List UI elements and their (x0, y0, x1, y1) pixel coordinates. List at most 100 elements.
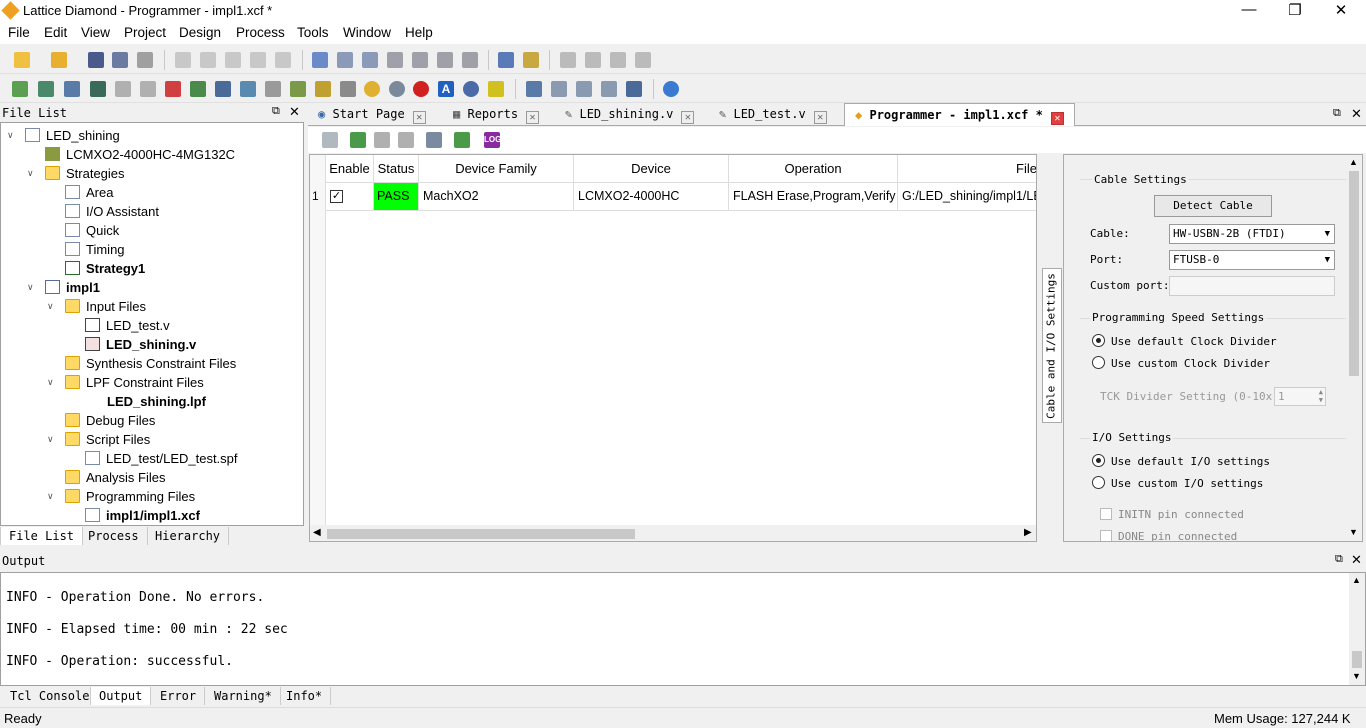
float-editor-icon[interactable]: ⧉ (1333, 107, 1341, 120)
close-panel-icon[interactable]: ✕ (1351, 552, 1362, 568)
scan-icon[interactable] (322, 132, 338, 148)
epic-icon[interactable] (340, 81, 356, 97)
zoom-fit-icon[interactable] (437, 52, 453, 68)
device-family-cell[interactable]: MachXO2 (419, 183, 574, 210)
custom-io-radio[interactable]: Use custom I/O settings (1092, 476, 1263, 490)
zoom-out-icon[interactable] (412, 52, 428, 68)
tab-reports[interactable]: ▦ Reports ✕ (453, 107, 540, 124)
tab-led-shining[interactable]: ✎ LED_shining.v ✕ (565, 107, 695, 124)
collapse-icon[interactable]: ∨ (7, 130, 14, 141)
tab-programmer[interactable]: ◆ Programmer - impl1.xcf * ✕ (844, 103, 1075, 126)
spin-arrows-icon[interactable]: ▲ ▼ (1319, 388, 1323, 404)
collapse-icon[interactable]: ∨ (47, 491, 54, 502)
checklist-icon[interactable] (498, 52, 514, 68)
tree-item-lpf-constraints[interactable]: LPF Constraint Files (65, 373, 204, 392)
scroll-down-icon[interactable]: ▼ (1349, 527, 1358, 537)
tree-item-spf-file[interactable]: LED_test/LED_test.spf (85, 449, 238, 468)
power-icon[interactable] (240, 81, 256, 97)
operation-cell[interactable]: FLASH Erase,Program,Verify (729, 183, 898, 210)
side-tab-cable-io[interactable]: Cable and I/O Settings (1042, 268, 1062, 423)
tree-item-timing[interactable]: Timing (65, 240, 125, 259)
redo-icon[interactable] (200, 52, 216, 68)
menu-tools[interactable]: Tools (297, 25, 329, 40)
output-scrollbar[interactable]: ▲ ▼ (1349, 573, 1365, 685)
close-panel-icon[interactable]: ✕ (289, 104, 300, 120)
copy-icon[interactable] (250, 52, 266, 68)
run-icon[interactable] (488, 81, 504, 97)
menu-window[interactable]: Window (343, 25, 391, 40)
scroll-up-icon[interactable]: ▲ (1352, 575, 1361, 585)
close-tab-icon[interactable]: ✕ (526, 111, 540, 124)
device-properties-icon[interactable] (398, 132, 414, 148)
zoom-area-icon[interactable] (462, 52, 478, 68)
tree-item-script-files[interactable]: Script Files (65, 430, 150, 449)
tab-led-test[interactable]: ✎ LED_test.v ✕ (719, 107, 827, 124)
column-header-device[interactable]: Device (574, 155, 729, 182)
tab-info[interactable]: Info* (278, 687, 332, 705)
simulation-wizard-icon[interactable] (315, 81, 331, 97)
float-panel-icon[interactable]: ⧉ (1335, 553, 1343, 566)
tree-item-led-shining-v[interactable]: LED_shining.v (85, 335, 196, 354)
programmer-icon[interactable] (364, 81, 380, 97)
ipexpress-icon[interactable] (165, 81, 181, 97)
tab-output[interactable]: Output (90, 687, 152, 705)
scrollbar-thumb[interactable] (327, 529, 635, 539)
open-folder-icon[interactable] (51, 52, 67, 68)
menu-file[interactable]: File (8, 25, 30, 40)
done-checkbox[interactable]: DONE pin connected (1100, 530, 1237, 541)
column-header-enable[interactable]: Enable (326, 155, 374, 182)
close-tab-icon[interactable]: ✕ (681, 111, 695, 124)
sim-stop-icon[interactable] (635, 52, 651, 68)
detect-cable-button[interactable]: Detect Cable (1154, 195, 1272, 217)
web-icon[interactable] (663, 81, 679, 97)
undo-icon[interactable] (175, 52, 191, 68)
package-view-icon[interactable] (38, 81, 54, 97)
tree-item-area[interactable]: Area (65, 183, 113, 202)
paste-icon[interactable] (275, 52, 291, 68)
spreadsheet-icon[interactable] (12, 81, 28, 97)
remove-device-icon[interactable] (374, 132, 390, 148)
output-console[interactable]: INFO - Operation Done. No errors. INFO -… (0, 572, 1366, 686)
find-in-files-icon[interactable] (337, 52, 353, 68)
tree-item-device[interactable]: LCMXO2-4000HC-4MG132C (45, 145, 235, 164)
column-header-device-family[interactable]: Device Family (419, 155, 574, 182)
reveal-inserter-icon[interactable] (190, 81, 206, 97)
io-timing-icon[interactable] (290, 81, 306, 97)
default-clock-radio[interactable]: Use default Clock Divider (1092, 334, 1277, 348)
column-header-status[interactable]: Status (374, 155, 419, 182)
collapse-icon[interactable]: ∨ (47, 377, 54, 388)
collapse-icon[interactable]: ∨ (47, 434, 54, 445)
cable-select[interactable]: HW-USBN-2B (FTDI) ▼ (1169, 224, 1335, 244)
sim-play-icon[interactable] (560, 52, 576, 68)
cascade-icon[interactable] (626, 81, 642, 97)
print-icon[interactable] (137, 52, 153, 68)
collapse-icon[interactable]: ∨ (27, 282, 34, 293)
settings-scrollbar[interactable]: ▲ ▼ (1346, 155, 1362, 541)
scrollbar-thumb[interactable] (1352, 651, 1362, 668)
tree-item-xcf-file[interactable]: impl1/impl1.xcf (85, 506, 200, 525)
find-icon[interactable] (312, 52, 328, 68)
tile-left-icon[interactable] (526, 81, 542, 97)
port-select[interactable]: FTUSB-0 ▼ (1169, 250, 1335, 270)
scroll-up-icon[interactable]: ▲ (1349, 157, 1358, 167)
tile-horizontal-icon[interactable] (576, 81, 592, 97)
scroll-left-icon[interactable]: ◀ (313, 527, 321, 538)
tree-item-input-files[interactable]: Input Files (65, 297, 146, 316)
close-button[interactable]: ✕ (1318, 1, 1364, 19)
collapse-icon[interactable]: ∨ (27, 168, 34, 179)
save-all-icon[interactable] (112, 52, 128, 68)
device-cell[interactable]: LCMXO2-4000HC (574, 183, 729, 210)
floorplan-icon[interactable] (90, 81, 106, 97)
collapse-icon[interactable]: ∨ (47, 301, 54, 312)
tree-item-led-test-v[interactable]: LED_test.v (85, 316, 170, 335)
tile-vertical-icon[interactable] (601, 81, 617, 97)
menu-help[interactable]: Help (405, 25, 433, 40)
scroll-right-icon[interactable]: ▶ (1024, 527, 1032, 538)
reveal-analyzer-icon[interactable] (215, 81, 231, 97)
custom-port-input[interactable] (1169, 276, 1335, 296)
close-tab-icon[interactable]: ✕ (412, 111, 426, 124)
tab-start-page[interactable]: ◉ Start Page ✕ (318, 107, 426, 124)
tab-tcl-console[interactable]: Tcl Console (2, 687, 99, 705)
float-panel-icon[interactable]: ⧉ (272, 105, 280, 118)
tab-file-list[interactable]: File List (0, 527, 84, 545)
